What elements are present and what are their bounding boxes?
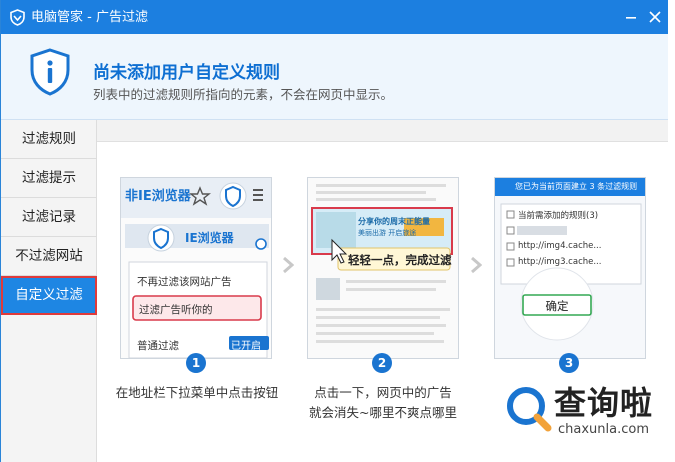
menu-item-no-filter-site: 不再过滤该网站广告 xyxy=(137,276,232,288)
sidebar-item-custom-filter[interactable]: 自定义过滤 xyxy=(1,276,97,315)
next-arrow-icon xyxy=(471,256,482,274)
rule-item-1: http://img4.cache... xyxy=(518,241,602,251)
step2-caption-line2: 就会消失~哪里不爽点哪里 xyxy=(309,405,457,420)
watermark: 查询啦 chaxunla.com xyxy=(496,378,671,444)
non-ie-browser-badge: 非IE浏览器 xyxy=(125,189,191,204)
step2-number-badge: 2 xyxy=(372,353,392,373)
click-tooltip: 轻轻一点，完成过滤 xyxy=(348,253,452,267)
sidebar-item-filter-rules[interactable]: 过滤规则 xyxy=(1,120,97,159)
watermark-domain: chaxunla.com xyxy=(558,422,649,437)
rules-count-label: 当前需添加的规则(3) xyxy=(518,211,599,221)
ad-banner-text: 分享你的周末正能量 xyxy=(358,217,430,226)
header-title: 尚未添加用户自定义规则 xyxy=(93,63,280,83)
pc-manager-logo-icon xyxy=(10,9,25,26)
minimize-icon[interactable] xyxy=(620,6,642,28)
menu-item-normal-filter: 普通过滤 xyxy=(137,340,179,352)
ad-banner-subtext: 美丽出游 开启旅途 xyxy=(358,229,417,237)
menu-item-custom-filter: 过滤广告听你的 xyxy=(139,304,213,316)
step1-illustration: 非IE浏览器 IE浏览器 不再过滤该网站广告 过滤广告听你的 普通过滤 已开启 xyxy=(120,177,272,359)
watermark-text: 查询啦 xyxy=(554,384,654,422)
info-shield-icon xyxy=(30,48,70,96)
next-arrow-icon xyxy=(283,256,294,274)
dialog-title: 您已为当前页面建立 3 条过滤规则 xyxy=(515,182,638,191)
toggle-enabled-label: 已开启 xyxy=(231,341,261,352)
step1-browser-mockup xyxy=(121,178,271,358)
sidebar-item-whitelist-sites[interactable]: 不过滤网站 xyxy=(1,237,97,276)
header-description: 列表中的过滤规则所指向的元素，不会在网页中显示。 xyxy=(93,87,394,102)
sidebar: 过滤规则 过滤提示 过滤记录 不过滤网站 自定义过滤 xyxy=(1,120,97,462)
step2-caption-line1: 点击一下，网页中的广告 xyxy=(314,385,452,400)
magnifier-logo-icon xyxy=(507,387,552,432)
sidebar-item-filter-tips[interactable]: 过滤提示 xyxy=(1,159,97,198)
content-top-strip xyxy=(97,120,668,142)
step3-illustration: 您已为当前页面建立 3 条过滤规则 当前需添加的规则(3) http://img… xyxy=(494,177,646,359)
title-bar[interactable]: 电脑管家 - 广告过滤 xyxy=(1,0,668,34)
step3-number-badge: 3 xyxy=(559,353,579,373)
window-title: 电脑管家 - 广告过滤 xyxy=(31,10,148,25)
step3-dialog-mockup xyxy=(495,178,645,358)
sidebar-item-filter-log[interactable]: 过滤记录 xyxy=(1,198,97,237)
ie-browser-badge: IE浏览器 xyxy=(185,231,234,245)
info-header: 尚未添加用户自定义规则 列表中的过滤规则所指向的元素，不会在网页中显示。 xyxy=(1,34,668,120)
step2-illustration: 分享你的周末正能量 美丽出游 开启旅途 轻轻一点，完成过滤 xyxy=(307,177,459,359)
confirm-button: 确定 xyxy=(545,299,569,313)
close-icon[interactable] xyxy=(644,6,666,28)
step1-number-badge: 1 xyxy=(186,353,206,373)
rule-item-2: http://img3.cache... xyxy=(518,257,602,267)
step2-webpage-mockup xyxy=(308,178,458,358)
step1-caption: 在地址栏下拉菜单中点击按钮 xyxy=(115,385,279,400)
